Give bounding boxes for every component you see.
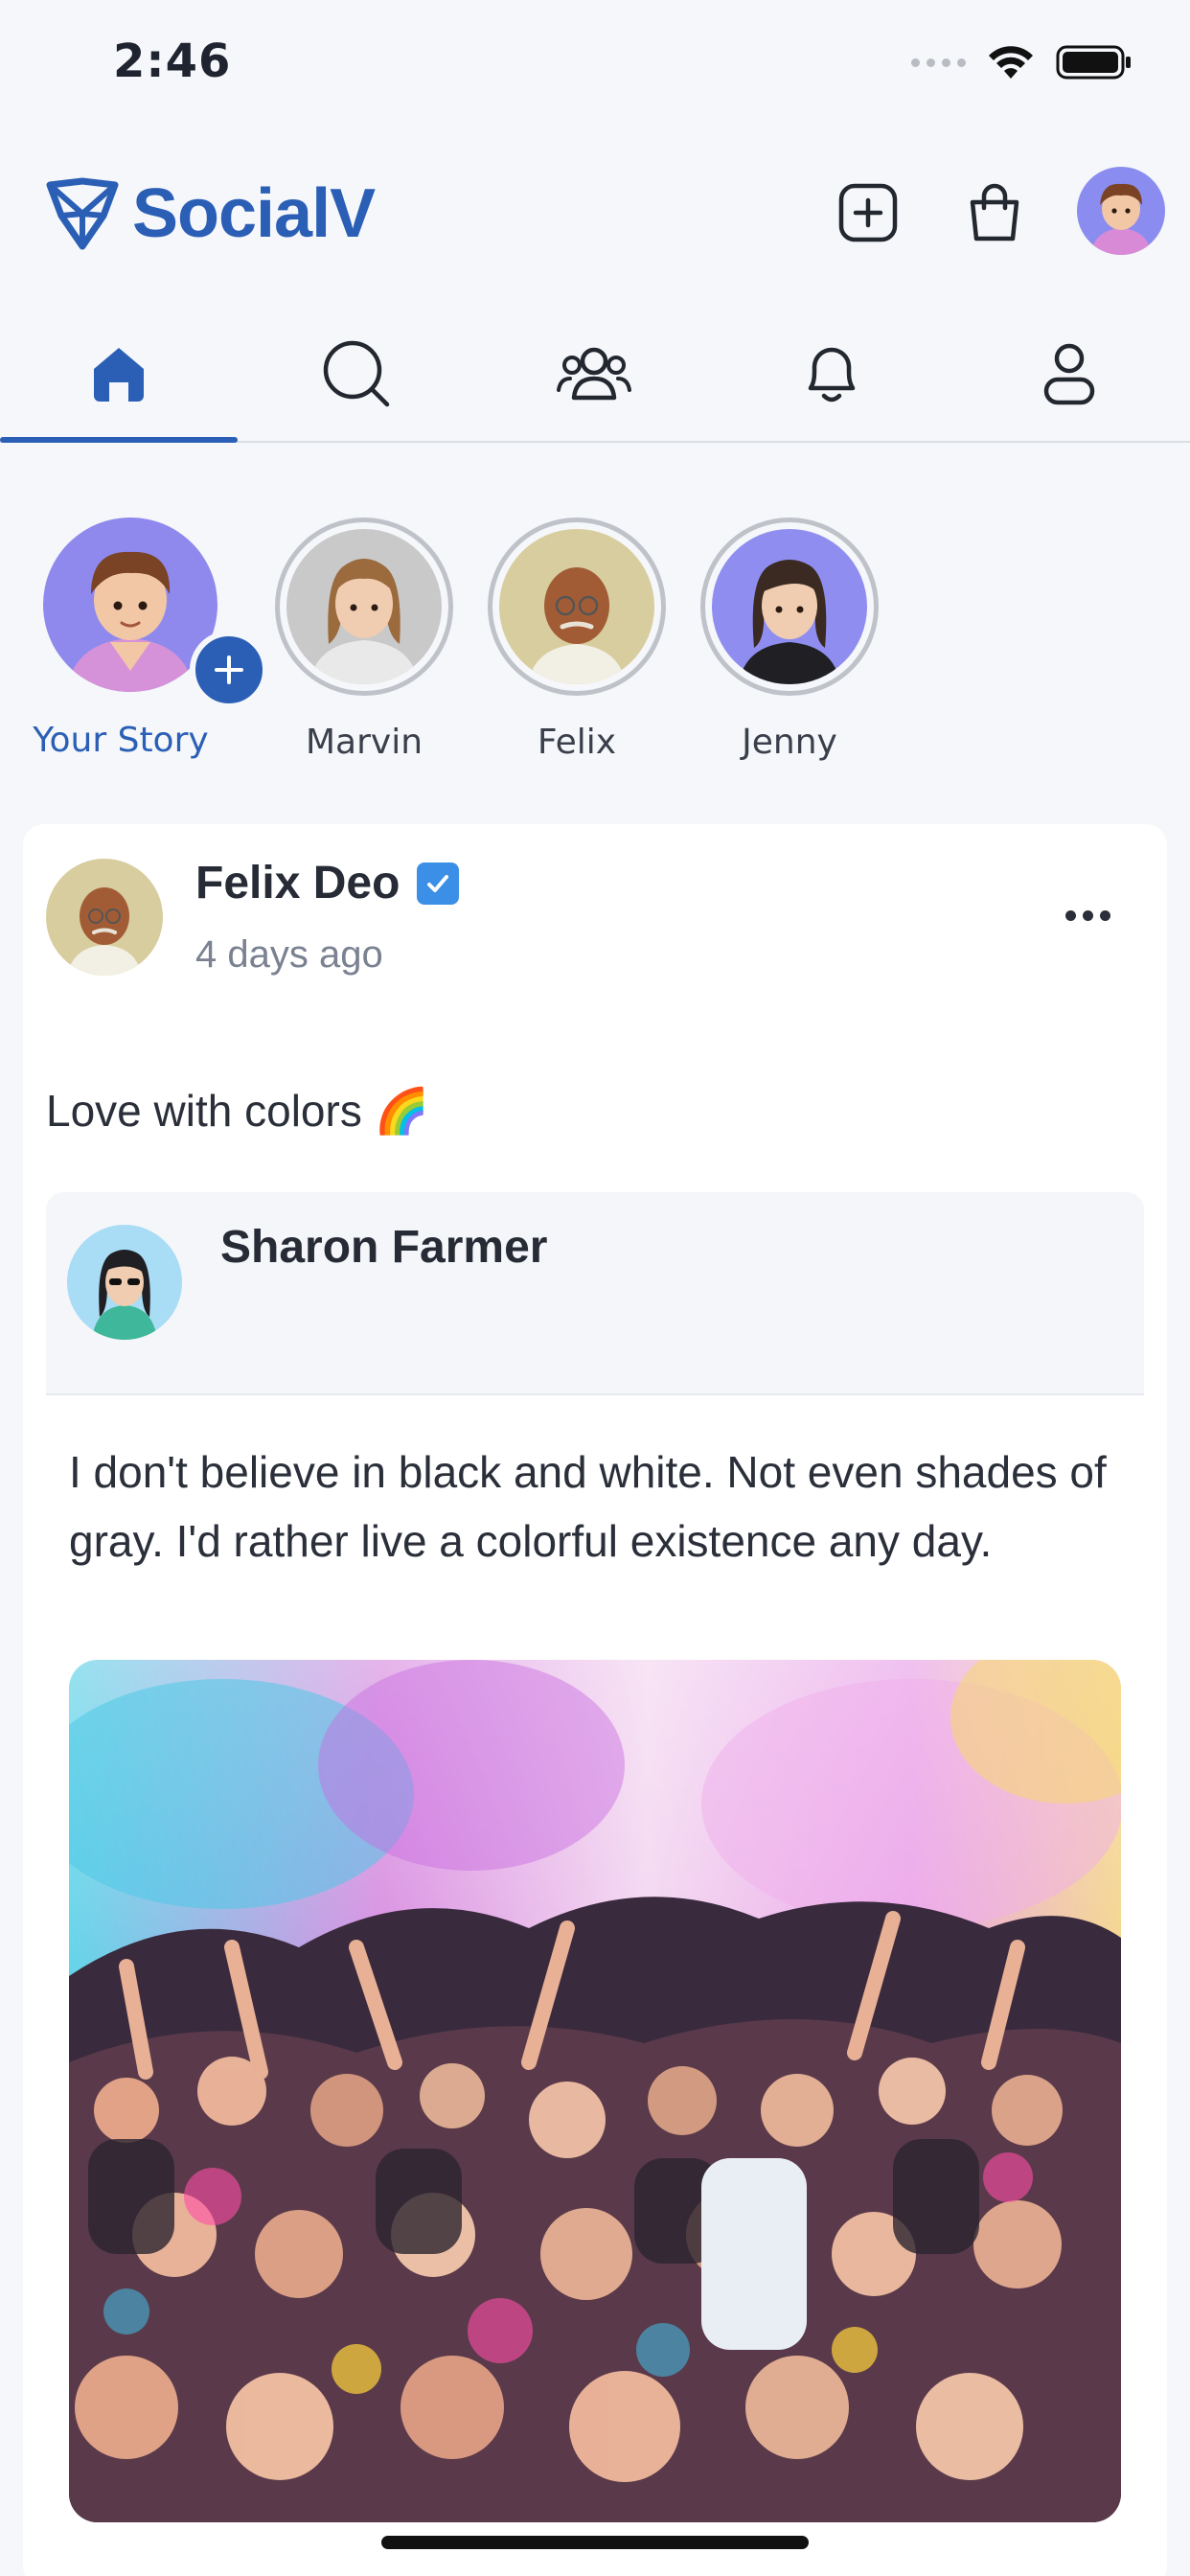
- shared-post-text: I don't believe in black and white. Not …: [69, 1447, 1107, 1566]
- shop-button[interactable]: [956, 174, 1033, 251]
- app-header: SocialV: [0, 153, 1190, 268]
- post-timestamp: 4 days ago: [195, 933, 383, 976]
- app-name: SocialV: [132, 175, 376, 252]
- story-name: Jenny: [742, 723, 837, 762]
- story-item-felix[interactable]: Felix: [481, 518, 673, 762]
- post-more-button[interactable]: [1044, 882, 1131, 949]
- story-avatar: [499, 529, 654, 684]
- status-icons: [911, 44, 1133, 80]
- profile-icon: [1043, 343, 1095, 405]
- feed-post: Felix Deo 4 days ago Love with colors 🌈 …: [23, 824, 1167, 2576]
- story-ring: [700, 518, 879, 696]
- plus-icon: [215, 656, 243, 684]
- shared-post-image[interactable]: [69, 1660, 1121, 2522]
- shared-post[interactable]: Sharon Farmer I don't believe in black a…: [46, 1192, 1144, 2576]
- bell-icon: [808, 347, 856, 402]
- story-avatar: [286, 529, 442, 684]
- shared-author-avatar[interactable]: [67, 1225, 182, 1340]
- home-indicator: [381, 2536, 809, 2549]
- story-item-jenny[interactable]: Jenny: [694, 518, 885, 762]
- shared-author-name[interactable]: Sharon Farmer: [220, 1221, 547, 1274]
- tab-home[interactable]: [0, 307, 238, 443]
- more-dot: [1082, 909, 1093, 921]
- user-avatar-image: [499, 529, 654, 684]
- app-logo[interactable]: SocialV: [44, 174, 376, 253]
- add-story-button[interactable]: [190, 631, 268, 709]
- your-story[interactable]: Your Story: [33, 518, 268, 760]
- story-ring: [488, 518, 666, 696]
- tab-search[interactable]: [238, 307, 475, 441]
- post-caption: Love with colors 🌈: [46, 1086, 429, 1136]
- search-icon: [323, 340, 390, 407]
- story-name: Marvin: [305, 723, 423, 762]
- user-avatar-image: [67, 1225, 182, 1340]
- verified-badge-icon: [417, 862, 460, 905]
- battery-icon: [1056, 45, 1131, 80]
- more-dot: [1064, 909, 1076, 921]
- home-icon: [94, 348, 144, 402]
- user-avatar-image: [286, 529, 442, 684]
- wifi-icon: [989, 46, 1033, 79]
- logo-icon: [46, 177, 119, 250]
- post-author: Felix Deo: [195, 857, 460, 909]
- story-ring: [275, 518, 453, 696]
- tab-notifications[interactable]: [713, 307, 950, 441]
- stories-row: Your Story Marvin Felix Jenny: [0, 518, 1190, 786]
- user-avatar-image: [1077, 167, 1165, 255]
- tab-profile[interactable]: [950, 307, 1188, 441]
- story-avatar: [712, 529, 867, 684]
- status-bar: 2:46: [0, 0, 1190, 134]
- post-author-avatar[interactable]: [46, 859, 163, 976]
- post-author-name[interactable]: Felix Deo: [195, 857, 400, 909]
- more-dot: [1099, 909, 1110, 921]
- cellular-signal-icon: [911, 58, 966, 67]
- status-time: 2:46: [113, 34, 232, 88]
- user-avatar-image: [712, 529, 867, 684]
- user-avatar-image: [46, 859, 163, 976]
- festival-crowd-image: [69, 1660, 1121, 2522]
- story-item-marvin[interactable]: Marvin: [268, 518, 460, 762]
- story-name: Felix: [537, 723, 617, 762]
- story-name: Your Story: [33, 721, 209, 760]
- shared-post-header: Sharon Farmer: [46, 1192, 1144, 1395]
- add-square-icon: [838, 183, 898, 242]
- create-post-button[interactable]: [830, 174, 906, 251]
- main-tab-bar: [0, 307, 1190, 443]
- groups-icon: [557, 347, 631, 401]
- profile-avatar-button[interactable]: [1077, 167, 1165, 255]
- shopping-bag-icon: [970, 183, 1019, 242]
- tab-groups[interactable]: [475, 307, 713, 441]
